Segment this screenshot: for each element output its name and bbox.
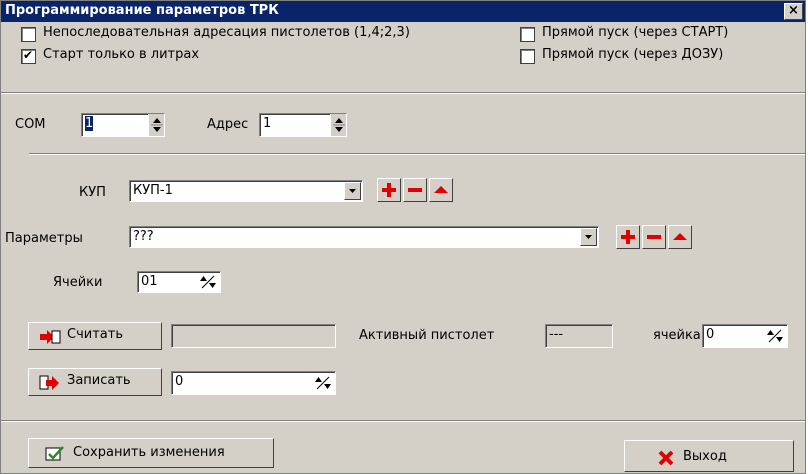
spin-updown-icon: [200, 275, 216, 289]
spin-updown-icon: [767, 329, 783, 343]
close-button[interactable]: ×: [784, 3, 803, 20]
save-changes-button[interactable]: Сохранить изменения: [28, 438, 274, 468]
params-value: ???: [133, 229, 154, 244]
nonseq-addressing-label: Непоследовательная адресация пистолетов …: [43, 25, 410, 40]
direct-start-start-checkbox[interactable]: [520, 27, 535, 42]
cells-spinner[interactable]: 01: [137, 271, 221, 293]
write-value-field[interactable]: 0: [171, 371, 336, 395]
save-changes-label: Сохранить изменения: [73, 445, 225, 460]
cell-value: 0: [706, 327, 715, 342]
read-arrow-icon: [40, 330, 61, 344]
address-spinner[interactable]: 1: [259, 113, 347, 137]
red-x-icon: [658, 450, 674, 466]
nonseq-addressing-checkbox[interactable]: [21, 27, 36, 42]
kup-remove-button[interactable]: [403, 178, 427, 202]
kup-dropdown[interactable]: КУП-1: [129, 180, 363, 202]
active-pistol-field: ---: [545, 324, 613, 348]
spin-updown-icon[interactable]: [148, 114, 164, 136]
params-add-button[interactable]: [616, 225, 640, 249]
write-value: 0: [175, 374, 184, 389]
triangle-up-icon: [673, 233, 687, 240]
spin-updown-icon[interactable]: [330, 114, 346, 136]
spin-updown-icon: [315, 376, 331, 390]
close-icon: ×: [788, 3, 799, 18]
cells-label: Ячейки: [53, 275, 103, 290]
direct-start-dozu-label: Прямой пуск (через ДОЗУ): [542, 47, 724, 62]
com-label: COM: [15, 117, 46, 132]
checkmark-icon: ✔: [23, 48, 34, 62]
kup-add-button[interactable]: [377, 178, 401, 202]
write-button[interactable]: Записать: [28, 368, 162, 396]
start-liters-checkbox[interactable]: ✔: [21, 48, 36, 64]
params-dropdown[interactable]: ???: [129, 226, 599, 248]
params-up-button[interactable]: [668, 225, 692, 249]
exit-button-label: Выход: [683, 449, 727, 464]
active-pistol-label: Активный пистолет: [359, 328, 495, 343]
direct-start-start-label: Прямой пуск (через СТАРТ): [542, 25, 729, 40]
write-button-label: Записать: [67, 373, 131, 388]
cell-label: ячейка: [653, 328, 701, 343]
window-title: Программирование параметров ТРК: [5, 3, 279, 18]
minus-icon: [408, 188, 422, 192]
kup-up-button[interactable]: [429, 178, 453, 202]
read-value-field: [171, 324, 336, 348]
triangle-up-icon: [434, 186, 448, 193]
plus-icon: [382, 183, 396, 197]
active-pistol-value: ---: [549, 327, 564, 342]
divider: [29, 154, 805, 155]
cells-value: 01: [141, 274, 158, 289]
direct-start-dozu-checkbox[interactable]: [520, 49, 535, 64]
write-arrow-icon: [39, 375, 59, 390]
plus-icon: [621, 230, 635, 244]
title-bar: Программирование параметров ТРК ×: [1, 1, 805, 22]
address-value: 1: [263, 116, 272, 131]
kup-value: КУП-1: [133, 183, 173, 198]
cell-spinner[interactable]: 0: [702, 324, 788, 348]
com-spinner[interactable]: 1: [81, 113, 165, 137]
read-button[interactable]: Считать: [28, 322, 162, 350]
divider: [1, 93, 805, 94]
dialog-window: Программирование параметров ТРК × Непосл…: [0, 0, 806, 474]
start-liters-label: Старт только в литрах: [43, 47, 200, 62]
kup-label: КУП: [79, 185, 106, 200]
com-value: 1: [85, 116, 94, 131]
address-label: Адрес: [207, 117, 249, 132]
save-check-icon: [45, 446, 64, 461]
chevron-down-icon[interactable]: [344, 182, 361, 200]
chevron-down-icon[interactable]: [580, 228, 597, 246]
params-remove-button[interactable]: [642, 225, 666, 249]
params-label: Параметры: [5, 231, 83, 246]
exit-button[interactable]: Выход: [624, 440, 794, 472]
read-button-label: Считать: [67, 327, 123, 342]
minus-icon: [647, 235, 661, 239]
divider: [1, 421, 805, 422]
